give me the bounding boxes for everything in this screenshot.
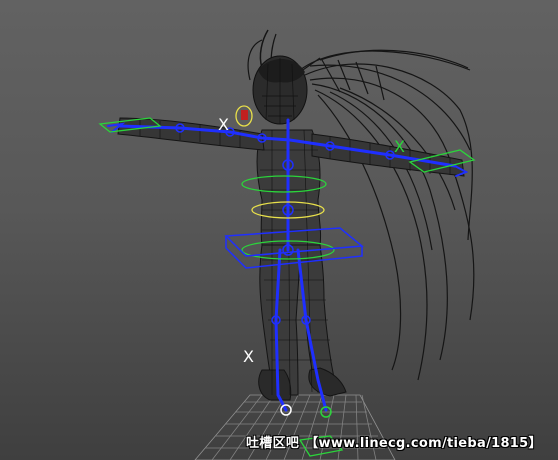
watermark-url: 【www.linecg.com/tieba/1815】 [305,436,542,451]
locator-lower-marker[interactable]: X [243,347,254,366]
watermark: 吐槽区吧 【www.linecg.com/tieba/1815】 [246,432,542,451]
maya-viewport[interactable]: X X X 吐槽区吧 【www.linecg.com/tieba/1815】 [0,0,558,460]
locator-left-marker[interactable]: X [218,115,229,134]
watermark-site-name: 吐槽区吧 [246,436,300,451]
scene-canvas[interactable]: X X X [0,0,558,460]
locator-right-marker[interactable]: X [394,137,405,156]
head-mesh [247,29,308,125]
